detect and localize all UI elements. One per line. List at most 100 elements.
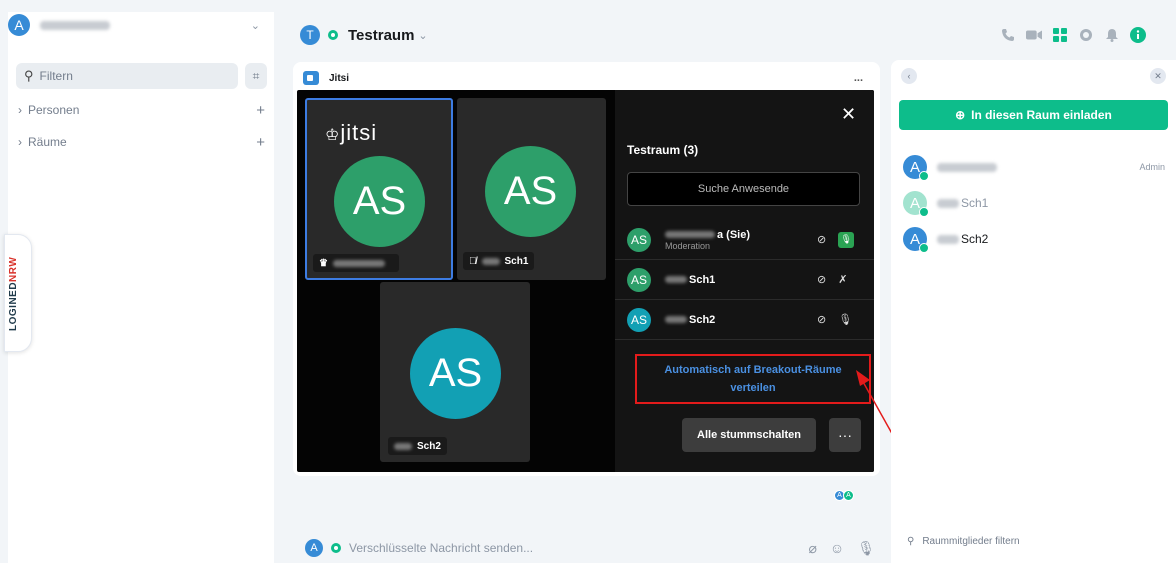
close-icon[interactable]: ✕ xyxy=(1150,68,1166,84)
chevron-down-icon[interactable]: ⌄ xyxy=(251,19,260,32)
name-blurred xyxy=(665,230,715,238)
user-name-blurred xyxy=(40,20,110,30)
participant-search-placeholder: Suche Anwesende xyxy=(697,183,790,195)
room-filter-input[interactable]: ⚲ Filtern xyxy=(16,63,238,89)
add-room-button[interactable]: + xyxy=(256,134,265,151)
chevron-right-icon: › xyxy=(18,103,22,117)
participant-avatar: AS xyxy=(627,307,651,332)
read-receipts[interactable]: A A xyxy=(834,490,854,501)
participants-pane: ✕ Testraum (3) Suche Anwesende AS a (Sie… xyxy=(615,90,874,472)
back-icon[interactable]: ‹ xyxy=(901,68,917,84)
member-name-blurred xyxy=(937,234,959,244)
mic-muted-icon: 🎙̸ xyxy=(469,255,477,267)
logined-tab[interactable]: LOGINEDNRW xyxy=(4,234,32,352)
mic-muted-icon[interactable]: ✗ xyxy=(838,273,847,286)
participant-name: a (Sie) xyxy=(717,228,751,241)
invite-button[interactable]: ⊕ In diesen Raum einladen xyxy=(899,100,1168,130)
add-user-icon: ⊕ xyxy=(955,108,966,122)
chevron-down-icon[interactable]: ⌄ xyxy=(418,29,427,42)
explore-rooms-button[interactable]: ⌗ xyxy=(245,63,267,89)
attachment-icon[interactable]: ⌀ xyxy=(808,540,816,557)
breakout-auto-assign-link[interactable]: Automatisch auf Breakout-Räume verteilen xyxy=(635,354,871,404)
name-blurred xyxy=(332,259,385,267)
room-avatar: T xyxy=(300,25,320,45)
video-tile[interactable]: AS 🎙̸ Sch1 xyxy=(457,98,606,280)
name-blurred xyxy=(481,257,500,265)
participant-row[interactable]: AS Sch2 ⊘ 🎙 xyxy=(615,300,874,340)
user-avatar[interactable]: A xyxy=(8,14,30,36)
shield-icon xyxy=(331,543,341,553)
member-role: Admin xyxy=(1139,162,1165,172)
member-name: Sch2 xyxy=(961,232,989,246)
info-icon[interactable] xyxy=(1130,27,1146,43)
participant-search-input[interactable]: Suche Anwesende xyxy=(627,172,860,206)
room-title[interactable]: Testraum xyxy=(348,27,414,44)
widget-menu-button[interactable]: ... xyxy=(854,72,863,84)
video-icon[interactable] xyxy=(1026,27,1042,43)
participant-row[interactable]: AS Sch1 ⊘ ✗ xyxy=(615,260,874,300)
user-menu[interactable]: A ⌄ xyxy=(8,12,268,38)
video-tile[interactable]: ♔jitsi AS ♛ xyxy=(305,98,453,280)
breakout-label-line1: Automatisch auf Breakout-Räume xyxy=(664,364,842,376)
member-item[interactable]: A Sch2 xyxy=(903,226,1165,253)
participant-avatar: AS xyxy=(485,146,576,237)
participant-row[interactable]: AS a (Sie) Moderation ⊘ 🎙 xyxy=(615,220,874,260)
voice-message-icon[interactable]: 🎙 xyxy=(857,540,875,557)
close-icon[interactable]: ✕ xyxy=(841,104,856,125)
composer-icons: ⌀ ☺ 🎙 xyxy=(808,540,875,557)
widget-bar: Jitsi ... xyxy=(303,68,863,88)
add-person-button[interactable]: + xyxy=(256,102,265,119)
participant-nametag: 🎙̸ Sch1 xyxy=(463,252,535,270)
widget-title: Jitsi xyxy=(329,72,350,84)
jitsi-logo-text: jitsi xyxy=(340,120,378,145)
bell-icon[interactable] xyxy=(1104,27,1120,43)
message-input[interactable]: Verschlüsselte Nachricht senden... xyxy=(349,541,533,555)
participant-avatar: AS xyxy=(627,267,651,292)
mute-all-button[interactable]: Alle stummschalten xyxy=(682,418,816,452)
section-rooms[interactable]: › Räume + xyxy=(18,133,270,151)
room-filter-placeholder: Filtern xyxy=(39,69,73,83)
chevron-right-icon: › xyxy=(18,135,22,149)
participant-name: Sch1 xyxy=(689,273,716,286)
emoji-icon[interactable]: ☺ xyxy=(830,540,844,557)
invite-label: In diesen Raum einladen xyxy=(971,108,1112,122)
composer-avatar: A xyxy=(305,539,323,557)
left-sidebar xyxy=(8,12,274,563)
message-composer[interactable]: A Verschlüsselte Nachricht senden... ⌀ ☺… xyxy=(305,538,875,558)
participant-avatar: AS xyxy=(410,328,501,419)
participant-nametag: ♛ xyxy=(313,254,399,272)
search-icon: ⚲ xyxy=(907,536,915,547)
threads-icon[interactable] xyxy=(1078,27,1094,43)
member-item[interactable]: A Admin xyxy=(903,154,1165,181)
participant-controls: ⊘ 🎙 xyxy=(817,313,852,326)
header-toolbar xyxy=(1000,27,1146,43)
member-name-blurred xyxy=(937,198,959,208)
participants-title: Testraum (3) xyxy=(627,143,699,157)
video-off-icon: ⊘ xyxy=(817,234,827,246)
jitsi-logo: ♔jitsi xyxy=(325,120,378,145)
member-name: Sch1 xyxy=(961,196,989,210)
shield-icon xyxy=(328,30,338,40)
section-rooms-label: Räume xyxy=(28,135,67,149)
member-filter-input[interactable]: ⚲ Raummitglieder filtern xyxy=(907,536,1020,547)
participant-name: Sch2 xyxy=(417,440,441,452)
room-header[interactable]: T Testraum ⌄ xyxy=(300,24,428,46)
app-root: A ⌄ ⚲ Filtern ⌗ › Personen + › Räume + L… xyxy=(0,0,1176,563)
jitsi-call: ♔jitsi AS ♛ AS 🎙̸ Sch1 AS Sch2 ✕ Testrau… xyxy=(297,90,874,472)
phone-icon[interactable] xyxy=(1000,27,1016,43)
mic-icon[interactable]: 🎙 xyxy=(838,313,852,326)
apps-icon[interactable] xyxy=(1052,27,1068,43)
participant-avatar: AS xyxy=(334,156,425,247)
video-tile[interactable]: AS Sch2 xyxy=(380,282,530,462)
participant-role: Moderation xyxy=(665,240,711,251)
mic-icon[interactable]: 🎙 xyxy=(838,231,855,248)
more-options-button[interactable]: ··· xyxy=(829,418,861,452)
member-item[interactable]: A Sch1 xyxy=(903,190,1165,217)
section-people[interactable]: › Personen + xyxy=(18,101,270,119)
logined-logo: LOGINEDNRW xyxy=(8,256,19,331)
participant-controls: ⊘ ✗ xyxy=(817,273,847,286)
name-blurred xyxy=(394,442,412,450)
member-filter-placeholder: Raummitglieder filtern xyxy=(922,536,1020,547)
member-name-blurred xyxy=(937,162,997,172)
read-receipt-avatar: A xyxy=(843,490,854,501)
